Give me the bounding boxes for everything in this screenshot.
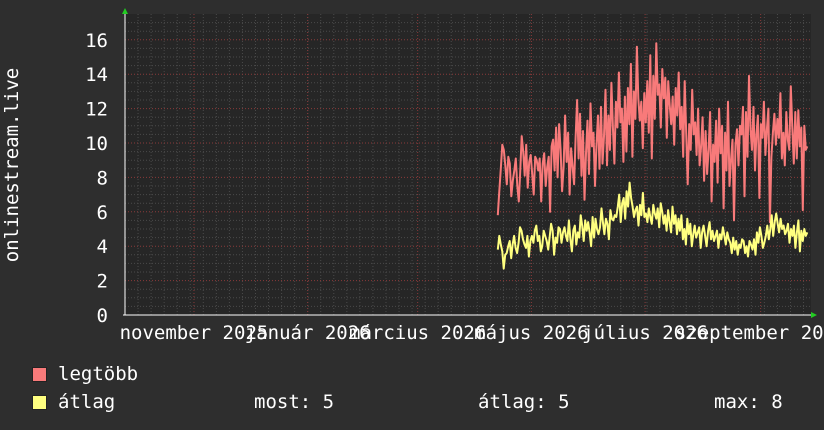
y-tick-label: 2 [97,271,108,293]
y-tick-label: 16 [85,30,108,52]
stat-now: most: 5 [254,391,335,413]
x-tick-label: május 2026 [474,322,588,344]
y-tick-label: 8 [97,167,108,189]
legend-avg-label: átlag [58,391,116,413]
y-tick-label: 0 [97,305,108,327]
legend-avg-swatch [32,394,47,410]
x-tick-label: szeptember 2026 [675,322,824,344]
x-axis-arrow-icon [811,312,817,318]
y-tick-label: 14 [85,64,108,86]
y-tick-label: 10 [85,133,108,155]
x-axis-ticks: november 2025január 2026március 2026máju… [120,322,824,344]
y-tick-label: 6 [97,202,108,224]
y-tick-label: 12 [85,99,108,121]
y-axis-arrow-icon [122,8,128,14]
stat-max: max: 8 [714,391,783,413]
legend-avg: átlag [32,391,115,413]
y-axis-label: onlinestream.live [1,68,23,262]
x-tick-label: március 2026 [349,322,486,344]
legend-max-swatch [32,366,47,382]
stat-average: átlag: 5 [478,391,570,413]
y-tick-label: 4 [97,236,108,258]
legend-max-label: legtöbb [58,363,139,385]
y-axis-ticks: 0 2 4 6 8 10 12 14 16 [85,30,108,327]
legend-max: legtöbb [32,363,138,385]
